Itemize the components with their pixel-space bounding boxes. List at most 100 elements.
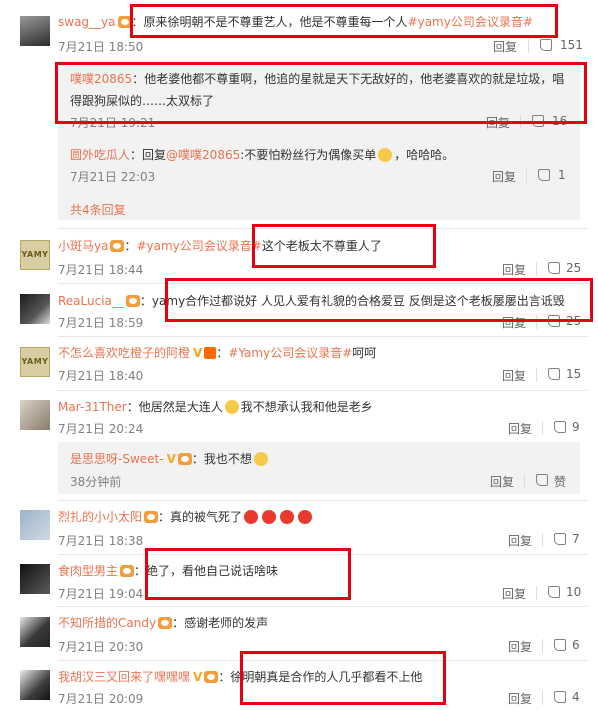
comment-text: 真的被气死了 xyxy=(170,510,243,524)
avatar[interactable]: YAMY xyxy=(20,347,50,377)
comment-text: 徐明朝真是合作的人几乎都看不上他 xyxy=(230,670,423,684)
comment-text: 他居然是大连人 xyxy=(138,400,223,414)
username-link[interactable]: 不怎么喜欢吃橙子的阿橙 xyxy=(58,346,190,360)
reply-button[interactable]: 回复 xyxy=(502,585,526,602)
like-count: 16 xyxy=(552,114,568,128)
divider xyxy=(58,554,588,555)
avatar[interactable] xyxy=(20,400,50,430)
comment-line: 烈扎的小小太阳 ：真的被气死了 xyxy=(58,508,314,525)
reply-button[interactable]: 回复 xyxy=(486,114,510,131)
avatar[interactable] xyxy=(20,510,50,540)
angry-emoji-icon xyxy=(280,510,295,524)
more-replies-link[interactable]: 共4条回复 xyxy=(70,201,126,218)
reply-button[interactable]: 回复 xyxy=(502,314,526,331)
hashtag-link[interactable]: #yamy公司会议录音# xyxy=(408,15,533,29)
like-count: 赞 xyxy=(554,475,567,489)
thumbs-up-icon[interactable] xyxy=(548,315,560,327)
timestamp: 7月21日 20:24 xyxy=(58,422,144,436)
reply-button[interactable]: 回复 xyxy=(502,367,526,384)
fan-badge-icon xyxy=(117,16,132,28)
reply-button[interactable]: 回复 xyxy=(493,38,517,55)
divider xyxy=(58,500,588,501)
avatar[interactable] xyxy=(20,294,50,324)
thumbs-up-icon[interactable] xyxy=(538,169,550,181)
reply-button[interactable]: 回复 xyxy=(508,638,532,655)
replies-panel: 是思思呀-Sweet- V ：我也不想 38分钟前 回复 赞 xyxy=(58,442,580,494)
thumbs-up-icon[interactable] xyxy=(548,262,560,274)
comment-text-2: 我不想承认我和他是老乡 xyxy=(240,400,373,414)
avatar[interactable]: YAMY xyxy=(20,240,50,270)
hashtag-link[interactable]: #yamy公司会议录音# xyxy=(136,239,261,253)
mention-link[interactable]: @噗噗20865 xyxy=(166,148,240,162)
thumbs-up-icon[interactable] xyxy=(554,691,566,703)
fan-badge-icon xyxy=(110,240,125,252)
fan-badge-icon xyxy=(120,565,135,577)
thumbs-up-icon[interactable] xyxy=(554,639,566,651)
sad-emoji-icon xyxy=(253,452,268,466)
username-link[interactable]: ReaLucia__ xyxy=(58,294,124,308)
username-link[interactable]: 不知所措的Candy xyxy=(58,616,156,630)
angry-emoji-icon xyxy=(244,510,259,524)
timestamp: 7月21日 18:59 xyxy=(58,316,144,330)
divider xyxy=(542,421,543,435)
username-link[interactable]: 小斑马ya xyxy=(58,239,108,253)
divider xyxy=(58,390,588,391)
divider xyxy=(536,262,537,276)
thumbs-up-icon[interactable] xyxy=(540,39,552,51)
divider xyxy=(536,315,537,329)
comment-line: 食肉型男主 ：绝了，看他自己说话啥味 xyxy=(58,564,279,578)
reply-text: 他老婆他都不尊重啊，他追的星就是天下无敌好的，他老婆喜欢的就是垃圾，唱得跟狗屎似… xyxy=(70,72,565,108)
timestamp: 7月21日 18:50 xyxy=(58,40,144,54)
divider xyxy=(58,228,588,229)
comment-text: 呵呵 xyxy=(352,346,377,360)
avatar[interactable] xyxy=(20,670,50,700)
reply-prefix: 回复 xyxy=(142,148,167,162)
timestamp: 7月21日 19:04 xyxy=(58,587,144,601)
fan-badge-icon xyxy=(177,453,192,465)
thumbs-up-icon[interactable] xyxy=(554,421,566,433)
username-link[interactable]: 噗噗20865 xyxy=(70,72,132,86)
replies-panel: 噗噗20865：他老婆他都不尊重啊，他追的星就是天下无敌好的，他老婆喜欢的就是垃… xyxy=(58,60,580,220)
reply-button[interactable]: 回复 xyxy=(508,420,532,437)
username-link[interactable]: 是思思呀-Sweet- xyxy=(70,452,164,466)
reply-button[interactable]: 回复 xyxy=(492,168,516,185)
thumbs-up-icon[interactable] xyxy=(554,533,566,545)
thumbs-up-icon[interactable] xyxy=(532,115,544,127)
avatar[interactable] xyxy=(20,16,50,46)
divider xyxy=(520,115,521,129)
username-link[interactable]: 食肉型男主 xyxy=(58,564,118,578)
timestamp: 7月21日 20:09 xyxy=(58,692,144,706)
comment-line: Mar-31Ther：他居然是大连人 我不想承认我和他是老乡 xyxy=(58,400,373,414)
hourglass-icon xyxy=(204,347,217,359)
avatar[interactable] xyxy=(20,564,50,594)
divider xyxy=(542,691,543,705)
thumbs-up-icon[interactable] xyxy=(548,368,560,380)
comment-line: 不怎么喜欢吃橙子的阿橙 V ：#Yamy公司会议录音#呵呵 xyxy=(58,346,377,360)
like-count: 1 xyxy=(558,168,566,182)
like-count: 6 xyxy=(572,638,580,652)
username-link[interactable]: 烈扎的小小太阳 xyxy=(58,510,142,524)
reply-button[interactable]: 回复 xyxy=(490,473,514,490)
username-link[interactable]: Mar-31Ther xyxy=(58,400,127,414)
divider xyxy=(58,660,588,661)
timestamp: 7月21日 18:38 xyxy=(58,534,144,548)
comment-line: 小斑马ya ：#yamy公司会议录音#这个老板太不尊重人了 xyxy=(58,239,382,253)
username-link[interactable]: 圆外吃瓜人 xyxy=(70,148,130,162)
reply-button[interactable]: 回复 xyxy=(508,690,532,707)
hashtag-link[interactable]: #Yamy公司会议录音# xyxy=(228,346,352,360)
reply-button[interactable]: 回复 xyxy=(502,261,526,278)
thumbs-up-icon[interactable] xyxy=(536,474,548,486)
reply-line: 圆外吃瓜人：回复@噗噗20865:不要怕粉丝行为偶像买单 ，哈哈哈。 xyxy=(70,148,455,162)
avatar[interactable] xyxy=(20,617,50,647)
timestamp: 7月21日 19:21 xyxy=(70,116,156,130)
username-link[interactable]: swag__ya xyxy=(58,15,116,29)
timestamp: 38分钟前 xyxy=(70,475,122,489)
comment-line: swag__ya ：原来徐明朝不是不尊重艺人，他是不尊重每一个人#yamy公司会议… xyxy=(58,15,533,29)
like-count: 15 xyxy=(566,367,582,381)
username-link[interactable]: 我胡汉三又回来了嘿嘿嘿 xyxy=(58,670,190,684)
like-count: 9 xyxy=(572,420,580,434)
divider xyxy=(536,586,537,600)
timestamp: 7月21日 18:40 xyxy=(58,369,144,383)
reply-button[interactable]: 回复 xyxy=(508,532,532,549)
thumbs-up-icon[interactable] xyxy=(548,586,560,598)
